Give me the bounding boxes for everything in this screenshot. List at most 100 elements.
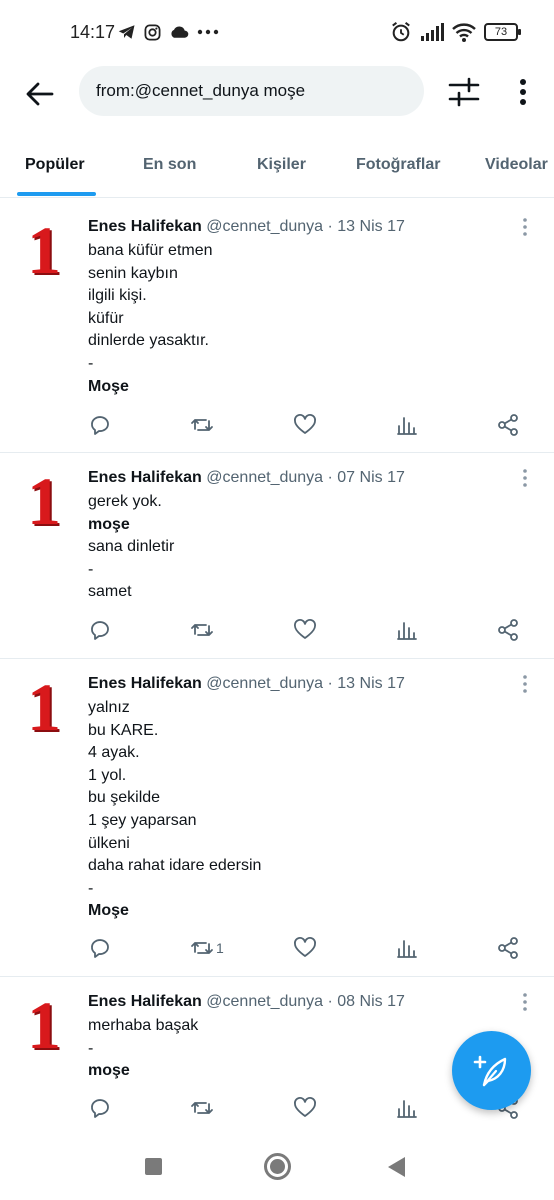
heart-icon <box>294 1097 316 1117</box>
tab-videos[interactable]: Videolar <box>485 156 548 174</box>
retweet-icon <box>191 942 213 954</box>
share-button[interactable] <box>496 933 520 963</box>
tweet[interactable]: 1 Enes Halifekan @cennet_dunya · 13 Nis … <box>0 199 554 453</box>
vertical-dots-icon <box>520 79 526 105</box>
avatar[interactable]: 1 <box>27 216 61 284</box>
views-button[interactable] <box>395 933 419 963</box>
tweet-line: - <box>88 560 94 578</box>
tweet-header: Enes Halifekan @cennet_dunya · 13 Nis 17 <box>88 218 405 236</box>
reply-button[interactable] <box>88 1093 112 1123</box>
tab-latest[interactable]: En son <box>143 156 196 174</box>
battery-icon: 73 <box>484 23 521 41</box>
compose-tweet-button[interactable] <box>452 1031 531 1110</box>
system-nav-bar <box>0 1135 554 1200</box>
tweet-line-bold: moşe <box>88 515 130 533</box>
tweet-line: - <box>88 1039 94 1057</box>
more-options-button[interactable] <box>508 74 538 110</box>
share-icon <box>498 937 518 959</box>
tweet-line: bana küfür etmen <box>88 242 213 259</box>
tweet-line: daha rahat idare edersin <box>88 857 262 875</box>
author-name[interactable]: Enes Halifekan <box>88 675 202 692</box>
tweet-more-button[interactable] <box>516 467 534 489</box>
reply-icon <box>91 939 109 958</box>
tweet-more-button[interactable] <box>516 991 534 1013</box>
author-handle-date: @cennet_dunya · 08 Nis 17 <box>206 993 405 1010</box>
vertical-dots-icon <box>523 469 527 487</box>
retweet-button[interactable] <box>190 1093 216 1123</box>
search-input[interactable]: from:@cennet_dunya moşe <box>79 66 424 116</box>
battery-level: 73 <box>494 26 508 38</box>
tweet-more-button[interactable] <box>516 216 534 238</box>
status-left-icons <box>118 22 219 42</box>
tab-popular[interactable]: Popüler <box>25 156 85 174</box>
author-handle-date: @cennet_dunya · 07 Nis 17 <box>206 469 405 486</box>
share-button[interactable] <box>496 615 520 645</box>
vertical-dots-icon <box>523 993 527 1011</box>
telegram-icon <box>118 25 135 39</box>
reply-icon <box>91 416 109 435</box>
back-button[interactable] <box>22 76 58 112</box>
tweet-text: bana küfür etmen senin kaybın ilgili kiş… <box>88 240 213 398</box>
tweet-line: sana dinletir <box>88 538 175 556</box>
reply-button[interactable] <box>88 933 112 963</box>
share-icon <box>498 414 518 436</box>
avatar[interactable]: 1 <box>27 673 61 741</box>
tweet-text: gerek yok. moşe sana dinletir - samet <box>88 491 174 604</box>
retweet-button[interactable] <box>190 615 216 645</box>
home-button[interactable] <box>264 1153 291 1180</box>
tweet-line: gerek yok. <box>88 493 162 510</box>
tweet-line: küfür <box>88 309 124 327</box>
analytics-icon <box>397 417 417 435</box>
tweet-line-bold: Moşe <box>88 902 129 920</box>
like-button[interactable] <box>293 1093 317 1123</box>
tab-people[interactable]: Kişiler <box>257 156 306 174</box>
heart-icon <box>294 937 316 957</box>
search-header: from:@cennet_dunya moşe <box>0 60 554 126</box>
tweet-line: dinlerde yasaktır. <box>88 332 209 350</box>
more-dots-icon <box>197 29 219 35</box>
tweet-line-bold: Moşe <box>88 377 129 395</box>
tweet[interactable]: 1 Enes Halifekan @cennet_dunya · 07 Nis … <box>0 453 554 659</box>
tweet-line: senin kaybın <box>88 264 178 282</box>
tweet-line: bu KARE. <box>88 721 159 739</box>
arrow-left-icon <box>26 82 54 106</box>
instagram-icon <box>144 24 161 40</box>
recent-apps-button[interactable] <box>145 1158 162 1175</box>
tweet[interactable]: 1 Enes Halifekan @cennet_dunya · 13 Nis … <box>0 659 554 977</box>
avatar[interactable]: 1 <box>27 467 61 535</box>
search-filter-button[interactable] <box>444 74 484 110</box>
reply-button[interactable] <box>88 615 112 645</box>
search-results-feed: 1 Enes Halifekan @cennet_dunya · 13 Nis … <box>0 199 554 1137</box>
views-button[interactable] <box>395 410 419 440</box>
reply-button[interactable] <box>88 410 112 440</box>
author-name[interactable]: Enes Halifekan <box>88 993 202 1010</box>
like-button[interactable] <box>293 410 317 440</box>
tweet-line: 1 yol. <box>88 766 127 784</box>
tweet-header: Enes Halifekan @cennet_dunya · 08 Nis 17 <box>88 993 405 1011</box>
tab-photos[interactable]: Fotoğraflar <box>356 156 440 174</box>
author-handle-date: @cennet_dunya · 13 Nis 17 <box>206 675 405 692</box>
avatar[interactable]: 1 <box>27 991 61 1059</box>
analytics-icon <box>397 940 417 958</box>
author-handle-date: @cennet_dunya · 13 Nis 17 <box>206 218 405 235</box>
reply-icon <box>91 621 109 640</box>
analytics-icon <box>397 622 417 640</box>
author-name[interactable]: Enes Halifekan <box>88 218 202 235</box>
like-button[interactable] <box>293 615 317 645</box>
wifi-icon <box>452 23 476 42</box>
views-button[interactable] <box>395 1093 419 1123</box>
author-name[interactable]: Enes Halifekan <box>88 469 202 486</box>
share-button[interactable] <box>496 410 520 440</box>
feather-plus-icon <box>473 1055 506 1086</box>
tweet-actions <box>88 410 528 440</box>
like-button[interactable] <box>293 933 317 963</box>
tweet-line-bold: moşe <box>88 1062 130 1080</box>
cloud-icon <box>171 26 189 38</box>
tweet-line: merhaba başak <box>88 1017 199 1034</box>
sliders-icon <box>448 77 480 107</box>
retweet-button[interactable]: 1 <box>190 933 224 963</box>
tweet-more-button[interactable] <box>516 673 534 695</box>
system-back-button[interactable] <box>388 1157 405 1177</box>
retweet-button[interactable] <box>190 410 216 440</box>
views-button[interactable] <box>395 615 419 645</box>
